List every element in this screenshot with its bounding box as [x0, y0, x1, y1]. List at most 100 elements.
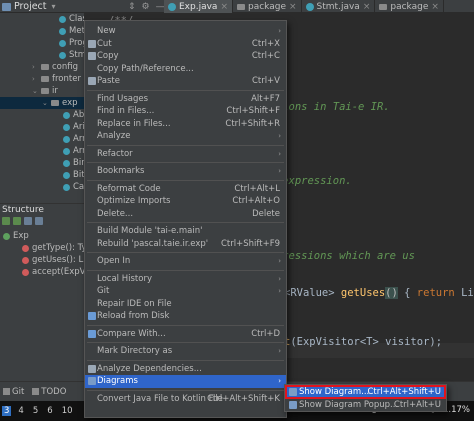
structure-item-label: getUses(): Li	[32, 255, 84, 265]
close-icon[interactable]: ×	[220, 2, 228, 12]
tree-item[interactable]: Stmt	[0, 49, 84, 61]
menu-item-diagrams[interactable]: Diagrams ›	[85, 375, 286, 388]
menu-item-bookmarks[interactable]: Bookmarks ›	[85, 165, 286, 178]
tree-item[interactable]: Arr	[0, 133, 84, 145]
menu-item-cut[interactable]: Cut Ctrl+X	[85, 38, 286, 51]
structure-item[interactable]: getUses(): Li	[22, 254, 84, 266]
submenu-item-show-diagram[interactable]: Show Diagram... Ctrl+Alt+Shift+U	[285, 385, 446, 399]
workspace-10[interactable]: 10	[60, 406, 75, 416]
tree-item[interactable]: ⌄ ir	[0, 85, 58, 97]
tree-item[interactable]: Arr	[0, 145, 84, 157]
menu-item-git[interactable]: Git ›	[85, 285, 286, 298]
menu-item-repair-ide-on-file[interactable]: Repair IDE on File	[85, 298, 286, 311]
menu-item-reformat-code[interactable]: Reformat Code Ctrl+Alt+L	[85, 183, 286, 196]
structure-item[interactable]: getType(): Typ	[22, 242, 84, 254]
workspace-switcher: 3 4 5 6 10	[0, 406, 75, 416]
collapse-all-icon[interactable]: ⇕	[128, 2, 136, 12]
workspace-4[interactable]: 4	[16, 406, 25, 416]
menu-item-open-in[interactable]: Open In ›	[85, 255, 286, 268]
workspace-6[interactable]: 6	[45, 406, 54, 416]
menu-item-find-usages[interactable]: Find Usages Alt+F7	[85, 93, 286, 106]
menu-item-shortcut: Delete	[252, 208, 280, 219]
tab-1[interactable]: package ×	[233, 0, 302, 13]
menu-item-find-in-files[interactable]: Find in Files... Ctrl+Shift+F	[85, 105, 286, 118]
menu-item-shortcut: Ctrl+Alt+Shift+K	[207, 393, 280, 404]
menu-item-label: Mark Directory as	[97, 346, 173, 357]
menu-item-shortcut: Ctrl+Alt+O	[232, 196, 280, 207]
tool-window-label: TODO	[41, 386, 67, 397]
close-icon[interactable]: ×	[431, 2, 439, 12]
menu-item-shortcut: Ctrl+Alt+L	[234, 183, 280, 194]
class-icon	[59, 15, 66, 23]
menu-item-convert-java-file-to-kotlin-file[interactable]: Convert Java File to Kotlin File Ctrl+Alt…	[85, 393, 286, 406]
menu-separator	[87, 359, 284, 361]
menu-item-optimize-imports[interactable]: Optimize Imports Ctrl+Alt+O	[85, 195, 286, 208]
menu-item-analyze-dependencies[interactable]: Analyze Dependencies...	[85, 363, 286, 376]
workspace-3[interactable]: 3	[2, 406, 12, 416]
chevron-right-icon[interactable]: ›	[32, 63, 38, 71]
menu-item-replace-in-files[interactable]: Replace in Files... Ctrl+Shift+R	[85, 118, 286, 131]
tree-item[interactable]: Bin	[0, 157, 84, 169]
menu-item-copy[interactable]: Copy Ctrl+C	[85, 50, 286, 63]
menu-item-paste[interactable]: Paste Ctrl+V	[85, 75, 286, 88]
menu-item-label: Convert Java File to Kotlin File	[97, 393, 223, 404]
tree-item-label: Meth	[69, 26, 84, 36]
menu-item-new[interactable]: New ›	[85, 25, 286, 38]
close-icon[interactable]: ×	[363, 2, 371, 12]
gear-icon[interactable]: ⚙	[142, 2, 150, 12]
tool-window-todo[interactable]: TODO	[32, 387, 66, 397]
menu-item-mark-directory-as[interactable]: Mark Directory as ›	[85, 345, 286, 358]
tab-0[interactable]: Exp.java ×	[164, 0, 233, 13]
chevron-down-icon[interactable]: ⌄	[42, 99, 48, 107]
editor-tabs: Exp.java × package × Stmt.java × package ×	[164, 0, 444, 13]
tree-item[interactable]: ClassAnalysis	[0, 13, 84, 25]
tab-3[interactable]: package ×	[375, 0, 444, 13]
menu-separator	[87, 162, 284, 163]
menu-item-reload-from-disk[interactable]: Reload from Disk	[85, 310, 286, 323]
tree-item[interactable]: Cas	[0, 181, 84, 193]
submenu-item-show-diagram-popup[interactable]: Show Diagram Popup... Ctrl+Alt+U	[286, 399, 445, 411]
structure-item[interactable]: accept(ExpVis	[22, 266, 84, 278]
menu-item-compare-with[interactable]: Compare With... Ctrl+D	[85, 328, 286, 341]
tree-item[interactable]: › fronter	[0, 73, 81, 85]
compare-icon	[88, 329, 96, 338]
structure-item-label: accept(ExpVis	[32, 267, 84, 277]
menu-item-local-history[interactable]: Local History ›	[85, 273, 286, 286]
tree-item[interactable]: Progr	[0, 37, 84, 49]
filter-icon[interactable]	[13, 217, 21, 225]
tree-item[interactable]: Abs	[0, 109, 84, 121]
tab-2[interactable]: Stmt.java ×	[302, 0, 376, 13]
structure-item[interactable]: Exp	[3, 230, 29, 242]
chevron-right-icon[interactable]: ›	[32, 75, 38, 83]
tree-item[interactable]: Meth	[0, 25, 84, 37]
sort-icon[interactable]	[2, 217, 10, 225]
tree-item[interactable]: ⌄ exp	[0, 97, 84, 109]
tool-window-git[interactable]: Git	[3, 387, 24, 397]
submenu-item-label: Show Diagram Popup...	[299, 400, 399, 410]
menu-item-refactor[interactable]: Refactor ›	[85, 148, 286, 161]
workspace-5[interactable]: 5	[31, 406, 40, 416]
menu-item-build-module-tai-e-main[interactable]: Build Module 'tai-e.main'	[85, 225, 286, 238]
diagram-icon	[289, 388, 297, 396]
tree-item[interactable]: Ari	[0, 121, 84, 133]
chevron-right-icon: ›	[278, 149, 281, 158]
show-fields-icon[interactable]	[24, 217, 32, 225]
menu-item-label: Replace in Files...	[97, 118, 171, 129]
menu-item-analyze[interactable]: Analyze ›	[85, 130, 286, 143]
method-icon	[22, 268, 29, 276]
menu-item-rebuild-pascal-taie-ir-exp[interactable]: Rebuild 'pascal.taie.ir.exp' Ctrl+Shift+F…	[85, 238, 286, 251]
tree-item[interactable]: › config	[0, 61, 78, 73]
menu-item-delete[interactable]: Delete... Delete	[85, 208, 286, 221]
tree-item[interactable]: Bit	[0, 169, 84, 181]
menu-item-copy-path-reference[interactable]: Copy Path/Reference...	[85, 63, 286, 76]
package-icon	[237, 3, 245, 10]
chevron-down-icon[interactable]: ▾	[52, 2, 56, 11]
tree-item-label: Cas	[73, 182, 84, 192]
close-icon[interactable]: ×	[289, 2, 297, 12]
menu-item-label: Build Module 'tai-e.main'	[97, 226, 203, 237]
class-icon	[63, 183, 70, 191]
project-tree: ClassAnalysis Meth Progr Stmt › config › fronte…	[0, 13, 84, 203]
show-inherited-icon[interactable]	[35, 217, 43, 225]
class-icon	[63, 171, 70, 179]
chevron-down-icon[interactable]: ⌄	[32, 87, 38, 95]
